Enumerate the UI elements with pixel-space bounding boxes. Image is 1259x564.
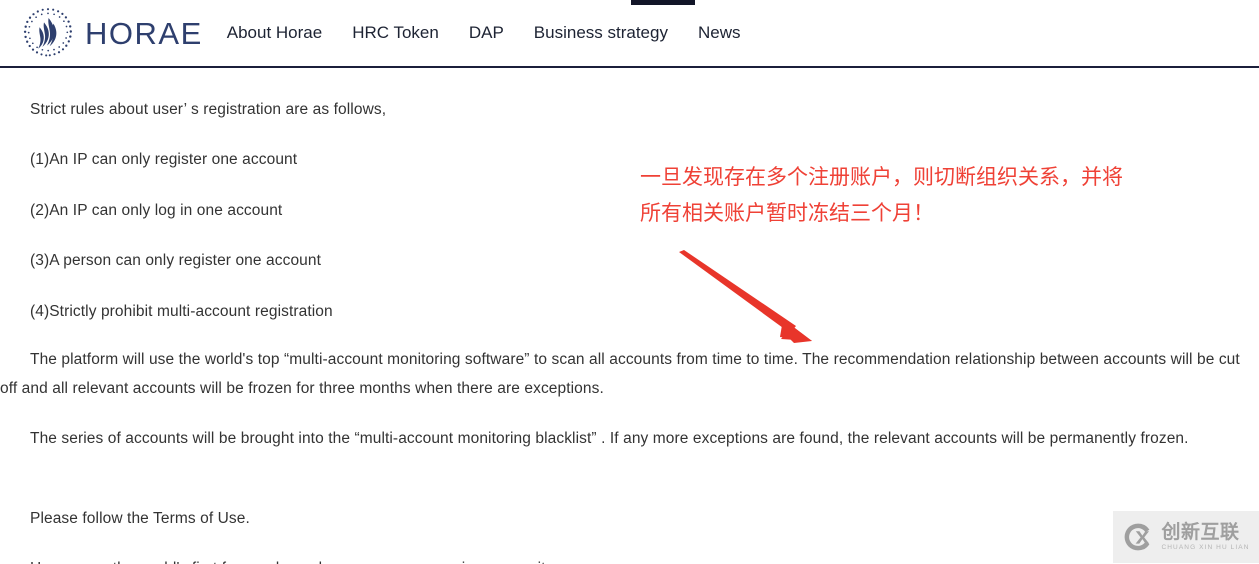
paragraph-blacklist: The series of accounts will be brought i… [30,430,1189,447]
nav-item-news[interactable]: News [683,17,756,49]
nav-item-hrc-token[interactable]: HRC Token [337,17,454,49]
annotation-note: 一旦发现存在多个注册账户，则切断组织关系，并将 所有相关账户暂时冻结三个月！ [640,159,1259,231]
watermark: 创新互联 CHUANG XIN HU LIAN [1113,511,1259,563]
nav-item-dap[interactable]: DAP [454,17,519,49]
cx-circle-icon [1122,521,1154,553]
annotation-line-2: 所有相关账户暂时冻结三个月！ [640,201,934,225]
article-content: Strict rules about user’ s registration … [0,68,1259,564]
paragraph-monitoring-software: The platform will use the world's top “m… [0,351,1240,397]
annotation-line-1: 一旦发现存在多个注册账户，则切断组织关系，并将 [640,165,1123,189]
watermark-text: 创新互联 CHUANG XIN HU LIAN [1161,520,1250,552]
site-header: HORAE About Horae HRC Token DAP Business… [0,0,1259,68]
active-tab-indicator [631,0,695,5]
watermark-pinyin: CHUANG XIN HU LIAN [1161,543,1250,551]
intro-text: Strict rules about user’ s registration … [30,101,387,118]
paragraph-tagline: Horae —— the world's first free and equa… [30,554,553,564]
main-nav: About Horae HRC Token DAP Business strat… [227,17,756,49]
flame-laurel-icon [20,6,76,60]
rule-item-1: (1)An IP can only register one account [30,151,298,168]
brand-logo[interactable]: HORAE [20,6,203,60]
rule-item-3: (3)A person can only register one accoun… [30,252,322,269]
brand-name: HORAE [85,15,203,51]
rule-item-2: (2)An IP can only log in one account [30,202,283,219]
nav-item-business-strategy[interactable]: Business strategy [519,17,683,49]
paragraph-terms-of-use: Please follow the Terms of Use. [30,510,250,527]
rule-item-4: (4)Strictly prohibit multi-account regis… [30,303,333,320]
nav-item-about-horae[interactable]: About Horae [227,17,337,49]
page-root: HORAE About Horae HRC Token DAP Business… [0,0,1259,564]
watermark-chinese: 创新互联 [1161,520,1240,543]
